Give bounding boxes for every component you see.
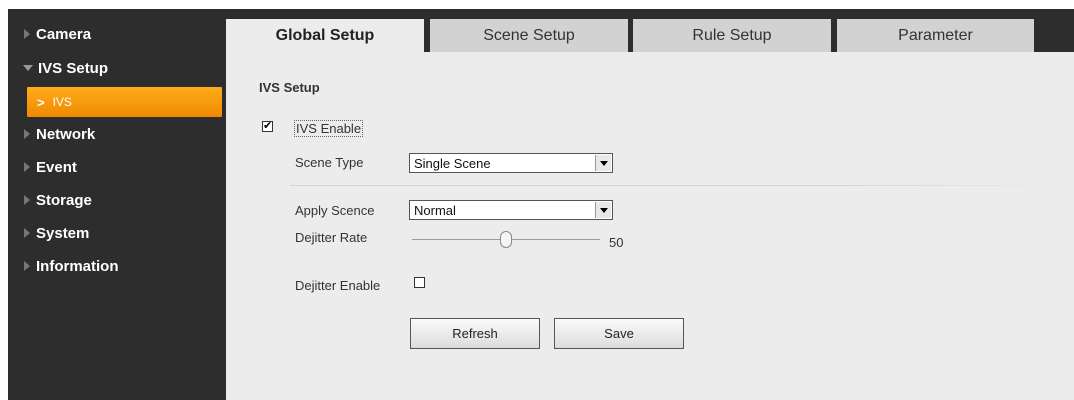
tab-scene-setup[interactable]: Scene Setup (430, 19, 628, 52)
dejitter-enable-checkbox[interactable] (414, 277, 425, 288)
save-button[interactable]: Save (554, 318, 684, 349)
collapsed-arrow-icon (24, 129, 30, 139)
sidebar-item-camera[interactable]: Camera (8, 19, 222, 49)
dejitter-rate-value: 50 (609, 235, 624, 250)
section-title: IVS Setup (259, 80, 320, 95)
tab-label: Rule Setup (692, 26, 772, 44)
sidebar-item-label: Camera (36, 25, 92, 43)
sidebar-item-label: Event (36, 158, 77, 176)
tab-label: Parameter (898, 26, 973, 44)
ivs-enable-label[interactable]: IVS Enable (294, 120, 364, 137)
refresh-button-label: Refresh (452, 326, 498, 341)
sidebar-item-event[interactable]: Event (8, 152, 222, 182)
sidebar-item-system[interactable]: System (8, 218, 222, 248)
apply-scene-value: Normal (414, 203, 456, 218)
scene-type-value: Single Scene (414, 156, 491, 171)
chevron-down-icon[interactable] (595, 155, 611, 171)
chevron-down-icon[interactable] (595, 202, 611, 218)
sidebar-item-label: System (36, 224, 90, 242)
sidebar-item-ivs-setup[interactable]: IVS Setup (8, 53, 222, 83)
sidebar-item-label: Network (36, 125, 96, 143)
chevron-right-icon: > (37, 94, 45, 110)
ivs-enable-checkbox[interactable]: ✔ (262, 121, 273, 132)
sidebar-subitem-ivs[interactable]: > IVS (27, 87, 222, 117)
tab-parameter[interactable]: Parameter (837, 19, 1034, 52)
check-mark-icon: ✔ (263, 120, 273, 132)
collapsed-arrow-icon (24, 261, 30, 271)
divider (290, 185, 1070, 186)
collapsed-arrow-icon (24, 162, 30, 172)
save-button-label: Save (604, 326, 634, 341)
dejitter-rate-label: Dejitter Rate (295, 230, 368, 245)
scene-type-label: Scene Type (295, 155, 364, 170)
dejitter-enable-label: Dejitter Enable (295, 278, 381, 293)
apply-scene-select[interactable]: Normal (409, 200, 613, 220)
sidebar-item-label: IVS Setup (38, 59, 109, 77)
sidebar: Camera IVS Setup > IVS Network Event Sto… (8, 9, 222, 400)
expanded-arrow-icon (23, 65, 33, 71)
tab-global-setup[interactable]: Global Setup (226, 19, 424, 52)
sidebar-item-network[interactable]: Network (8, 119, 222, 149)
sidebar-item-label: Storage (36, 191, 92, 209)
dejitter-rate-slider-handle[interactable] (500, 231, 512, 248)
refresh-button[interactable]: Refresh (410, 318, 540, 349)
tab-label: Scene Setup (483, 26, 575, 44)
collapsed-arrow-icon (24, 29, 30, 39)
sidebar-item-information[interactable]: Information (8, 251, 222, 281)
tab-label: Global Setup (275, 26, 375, 44)
sidebar-item-storage[interactable]: Storage (8, 185, 222, 215)
collapsed-arrow-icon (24, 195, 30, 205)
sidebar-subitem-label: IVS (52, 95, 72, 109)
sidebar-item-label: Information (36, 257, 119, 275)
collapsed-arrow-icon (24, 228, 30, 238)
tab-rule-setup[interactable]: Rule Setup (633, 19, 831, 52)
scene-type-select[interactable]: Single Scene (409, 153, 613, 173)
apply-scene-label: Apply Scence (295, 203, 375, 218)
